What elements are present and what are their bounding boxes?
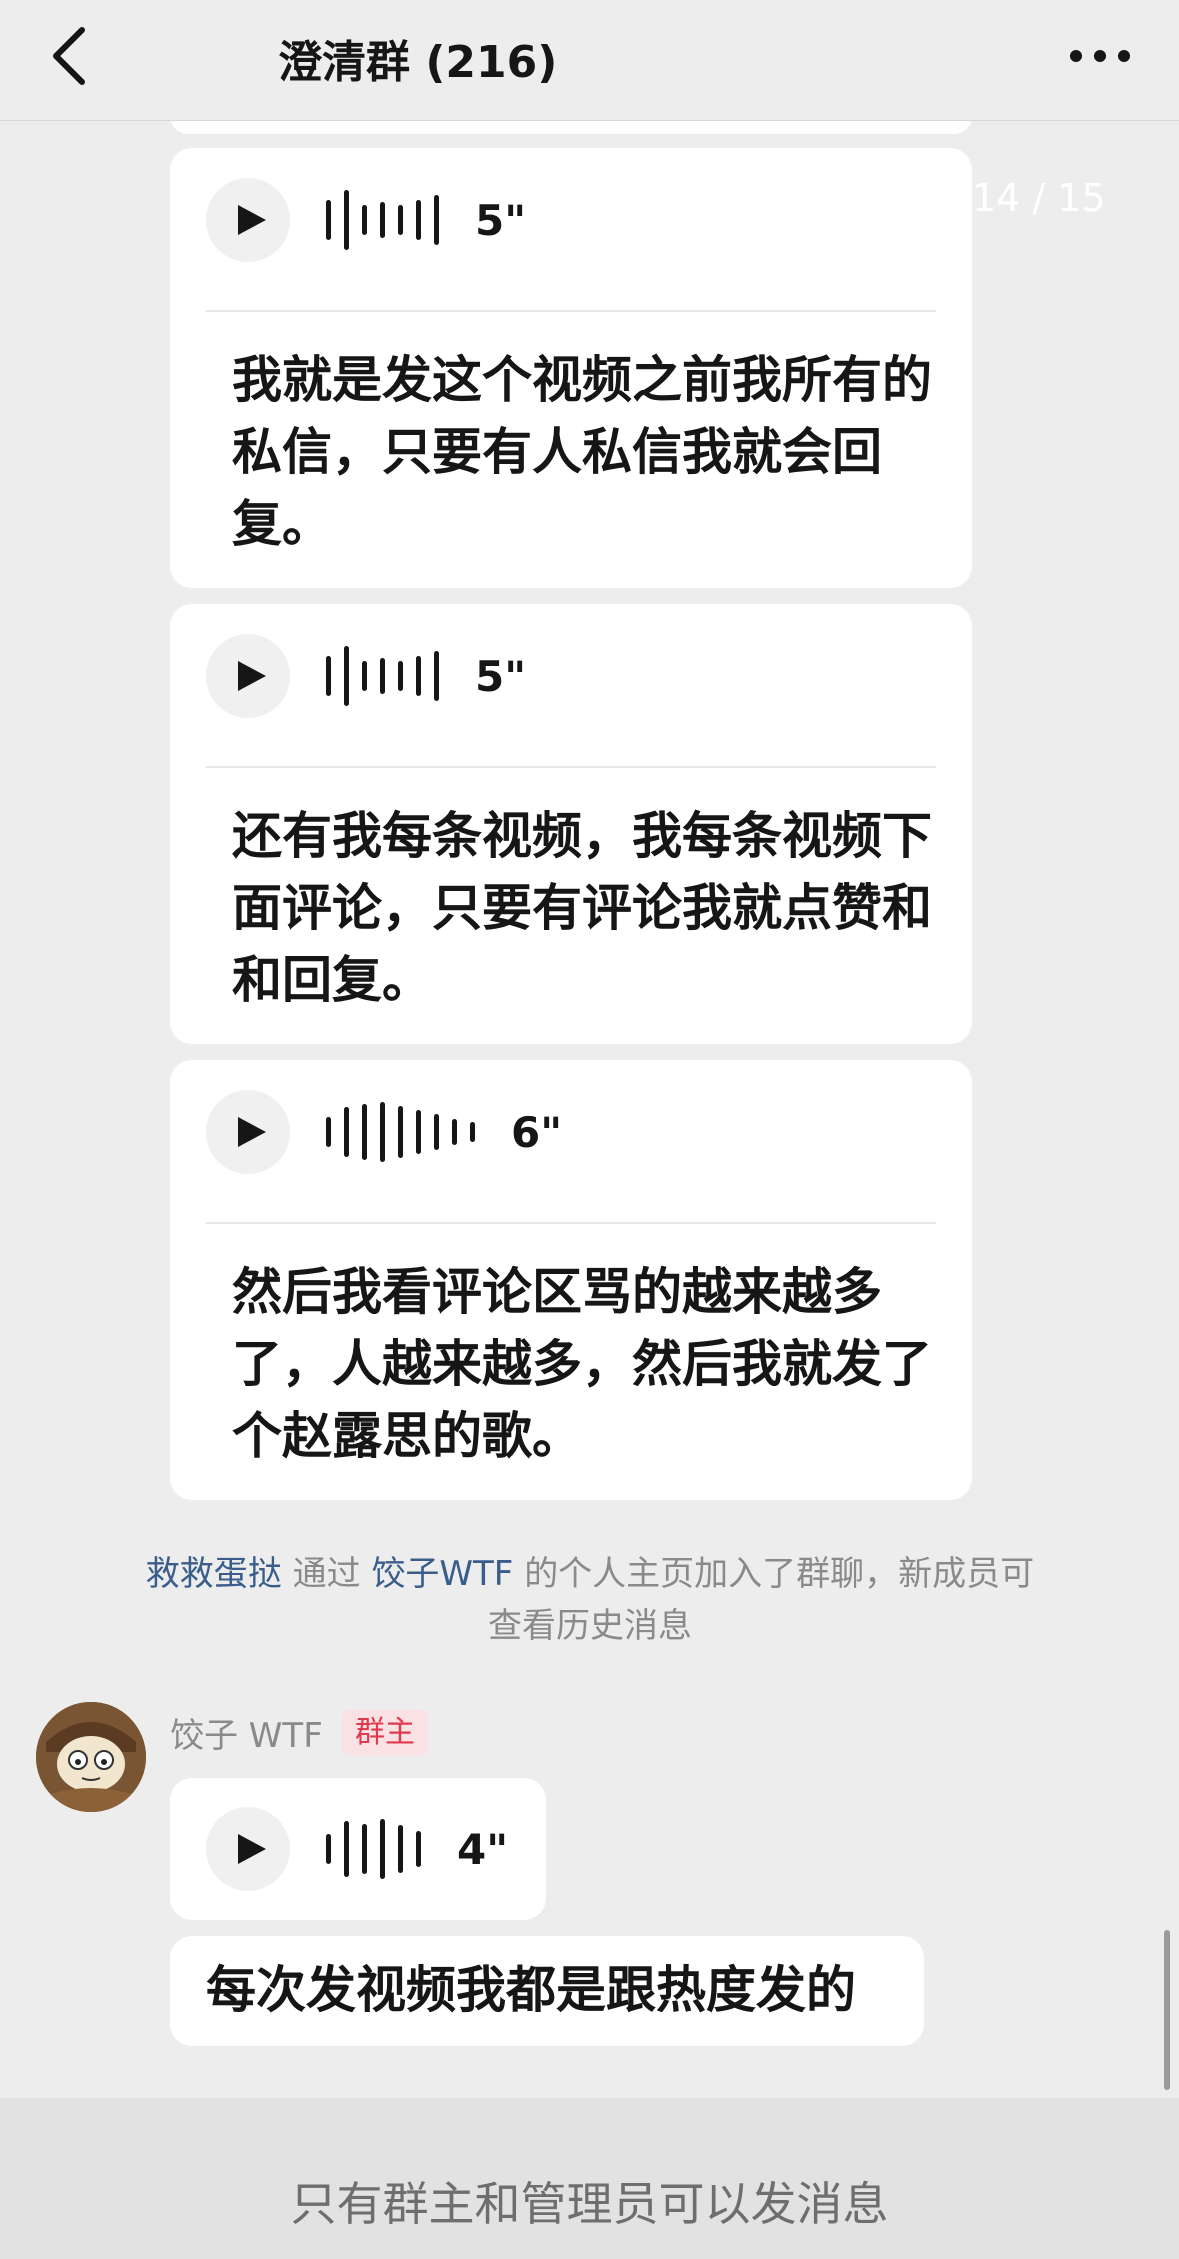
send-restriction-notice: 只有群主和管理员可以发消息 [290, 2177, 889, 2231]
voice-player: 5" [206, 178, 526, 262]
owner-badge: 群主 [342, 1710, 428, 1756]
play-icon [238, 1834, 266, 1864]
input-disabled-bar: 只有群主和管理员可以发消息 [0, 2098, 1179, 2259]
system-text-rest: 的个人主页加入了群聊，新成员可查看历史消息 [488, 1554, 1035, 1646]
voice-player: 4" [206, 1807, 508, 1891]
voice-message-bubble[interactable]: 4" [170, 1778, 546, 1920]
voice-duration: 5" [475, 195, 527, 245]
inviter-link[interactable]: 饺子WTF [371, 1554, 513, 1594]
chevron-left-icon [53, 27, 85, 85]
waveform-icon [326, 190, 439, 250]
system-message: 救救蛋挞 通过 饺子WTF 的个人主页加入了群聊，新成员可查看历史消息 [140, 1548, 1040, 1652]
voice-message-bubble[interactable]: 5" 还有我每条视频，我每条视频下面评论，只要有评论我就点赞和和回复。 [170, 604, 972, 1044]
voice-duration: 6" [511, 1107, 563, 1157]
divider [206, 1222, 936, 1224]
voice-duration: 5" [475, 651, 527, 701]
avatar[interactable] [36, 1702, 146, 1812]
voice-transcript: 还有我每条视频，我每条视频下面评论，只要有评论我就点赞和和回复。 [232, 807, 932, 1009]
back-button[interactable] [44, 22, 104, 90]
voice-duration: 4" [457, 1824, 509, 1874]
waveform-icon [326, 1819, 421, 1879]
divider [206, 766, 936, 768]
voice-player: 6" [206, 1090, 562, 1174]
voice-message-bubble[interactable]: 6" 然后我看评论区骂的越来越多了，人越来越多，然后我就发了个赵露思的歌。 [170, 1060, 972, 1500]
voice-player: 5" [206, 634, 526, 718]
play-button[interactable] [206, 178, 290, 262]
voice-transcript: 然后我看评论区骂的越来越多了，人越来越多，然后我就发了个赵露思的歌。 [232, 1263, 932, 1465]
joined-user-link[interactable]: 救救蛋挞 [146, 1554, 282, 1594]
avatar-image [36, 1702, 146, 1812]
play-icon [238, 205, 266, 235]
divider [206, 310, 936, 312]
waveform-icon [326, 646, 439, 706]
voice-transcript: 我就是发这个视频之前我所有的私信，只要有人私信我就会回复。 [232, 351, 932, 553]
play-icon [238, 661, 266, 691]
play-button[interactable] [206, 634, 290, 718]
chat-title: 澄清群 (216) [278, 37, 558, 88]
more-options-button[interactable] [1068, 42, 1132, 70]
system-text-via: 通过 [292, 1554, 361, 1594]
page-indicator: 14 / 15 [972, 176, 1106, 220]
play-button[interactable] [206, 1807, 290, 1891]
more-dots-icon [1070, 50, 1130, 62]
play-icon [238, 1117, 266, 1147]
chat-header: 澄清群 (216) [0, 0, 1179, 121]
scrollbar[interactable] [1164, 1930, 1170, 2090]
voice-transcript: 每次发视频我都是跟热度发的 [206, 1961, 856, 2019]
sender-name[interactable]: 饺子 WTF [170, 1708, 323, 1757]
play-button[interactable] [206, 1090, 290, 1174]
voice-transcript-bubble[interactable]: 每次发视频我都是跟热度发的 [170, 1936, 924, 2046]
waveform-icon [326, 1102, 475, 1162]
voice-message-bubble[interactable]: 5" 我就是发这个视频之前我所有的私信，只要有人私信我就会回复。 [170, 148, 972, 588]
